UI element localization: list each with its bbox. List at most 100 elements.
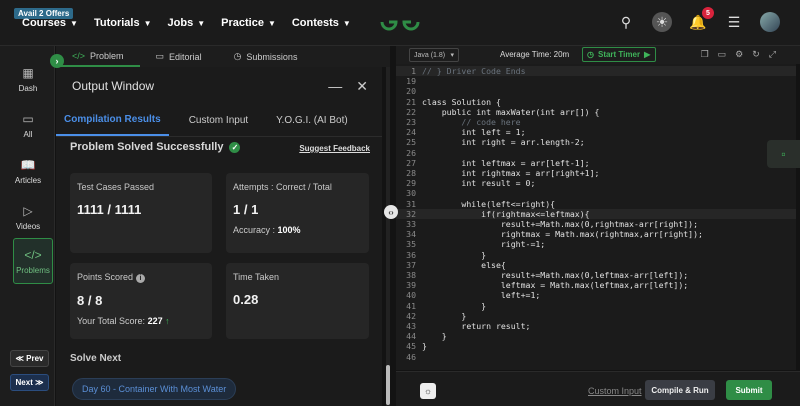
fullscreen-icon[interactable]: ⤢ xyxy=(769,49,776,60)
scrollbar-thumb[interactable] xyxy=(386,365,390,405)
line-code[interactable]: int rightmax = arr[right+1]; xyxy=(422,168,599,178)
code-line[interactable]: 26 xyxy=(396,148,796,158)
code-line[interactable]: 23 // code here xyxy=(396,117,796,127)
bell-icon[interactable]: 🔔 5 xyxy=(688,7,714,32)
output-scrollbar[interactable] xyxy=(386,67,390,406)
nav-practice[interactable]: Practice ▼ xyxy=(221,17,276,29)
file-icon[interactable]: ▭ xyxy=(718,49,727,60)
line-code[interactable]: while(left<=right){ xyxy=(422,199,555,209)
line-code[interactable]: } xyxy=(422,331,447,341)
code-line[interactable]: 25 int right = arr.length-2; xyxy=(396,137,796,147)
next-button[interactable]: Next ≫ xyxy=(10,374,49,391)
line-code[interactable]: int left = 1; xyxy=(422,127,525,137)
code-line[interactable]: 45} xyxy=(396,341,796,351)
line-code[interactable]: int right = arr.length-2; xyxy=(422,137,584,147)
line-code[interactable]: rightmax = Math.max(rightmax,arr[right])… xyxy=(422,229,703,239)
tab-yogi-ai-bot[interactable]: Y.O.G.I. (AI Bot) xyxy=(268,105,356,136)
compile-run-button[interactable]: Compile & Run xyxy=(645,380,715,400)
code-line[interactable]: 29 int result = 0; xyxy=(396,178,796,188)
next-problem-button[interactable]: Day 60 - Container With Most Water xyxy=(72,378,237,400)
nav-courses[interactable]: Courses ▼ xyxy=(22,17,78,29)
avatar[interactable] xyxy=(760,12,780,32)
line-code[interactable]: return result; xyxy=(422,321,530,331)
gfg-logo[interactable] xyxy=(378,12,422,32)
code-line[interactable]: 46 xyxy=(396,352,796,362)
sidebar-item-all[interactable]: ▭ All xyxy=(8,102,48,148)
search-icon[interactable]: ⚲ xyxy=(616,12,636,32)
line-code[interactable]: right-=1; xyxy=(422,239,545,249)
code-line[interactable]: 27 int leftmax = arr[left-1]; xyxy=(396,158,796,168)
line-code[interactable]: } xyxy=(422,341,427,351)
tab-custom-input[interactable]: Custom Input xyxy=(181,105,256,136)
line-code[interactable]: result+=Math.max(0,rightmax-arr[right]); xyxy=(422,219,698,229)
prev-button[interactable]: ≪ Prev xyxy=(10,350,49,367)
line-code[interactable]: left+=1; xyxy=(422,290,540,300)
copy-icon[interactable]: ❐ xyxy=(701,49,709,60)
theme-toggle-icon[interactable]: ☀ xyxy=(652,12,672,32)
line-code[interactable]: } xyxy=(422,301,486,311)
resize-handle-icon[interactable]: ‹› xyxy=(384,205,398,219)
bulb-icon[interactable]: ☼ xyxy=(420,383,436,399)
code-line[interactable]: 31 while(left<=right){ xyxy=(396,199,796,209)
tab-editorial[interactable]: ▭ Editorial xyxy=(140,46,218,67)
close-icon[interactable]: ✕ xyxy=(356,78,368,95)
line-code[interactable]: class Solution { xyxy=(422,97,501,107)
settings-icon[interactable]: ⚙ xyxy=(735,49,743,60)
code-line[interactable]: 42 } xyxy=(396,311,796,321)
line-code[interactable]: else{ xyxy=(422,260,506,270)
code-line[interactable]: 40 left+=1; xyxy=(396,290,796,300)
code-line[interactable]: 28 int rightmax = arr[right+1]; xyxy=(396,168,796,178)
code-line[interactable]: 36 } xyxy=(396,250,796,260)
tab-compilation-results[interactable]: Compilation Results xyxy=(56,105,169,136)
sidebar-item-problems[interactable]: </> Problems xyxy=(13,238,53,284)
line-number: 26 xyxy=(406,147,416,158)
nav-tutorials[interactable]: Tutorials ▼ xyxy=(94,17,152,29)
minimize-icon[interactable]: — xyxy=(328,78,342,95)
code-editor[interactable]: 1 // } Driver Code Ends 19 20 21 class Soluti… xyxy=(396,64,796,370)
reset-icon[interactable]: ↻ xyxy=(752,49,760,60)
tab-problem[interactable]: </> Problem xyxy=(56,46,140,67)
code-line[interactable]: 24 int left = 1; xyxy=(396,127,796,137)
code-line[interactable]: 32 if(rightmax<=leftmax){ xyxy=(396,208,796,219)
code-line[interactable]: 33 result+=Math.max(0,rightmax-arr[right… xyxy=(396,219,796,229)
line-code[interactable]: int leftmax = arr[left-1]; xyxy=(422,158,589,168)
nav-contests[interactable]: Contests ▼ xyxy=(292,17,351,29)
line-code[interactable]: } xyxy=(422,311,466,321)
line-code[interactable]: } xyxy=(422,250,486,260)
code-line[interactable]: 34 rightmax = Math.max(rightmax,arr[righ… xyxy=(396,229,796,239)
line-code[interactable]: if(rightmax<=leftmax){ xyxy=(422,209,589,219)
line-code[interactable]: leftmax = Math.max(leftmax,arr[left]); xyxy=(422,280,688,290)
code-line[interactable]: 22 public int maxWater(int arr[]) { xyxy=(396,107,796,117)
submit-button[interactable]: Submit xyxy=(726,380,772,400)
start-timer-button[interactable]: ◷ Start Timer ▶ xyxy=(582,47,656,62)
sidebar-item-videos[interactable]: ▷ Videos xyxy=(8,194,48,240)
code-line[interactable]: 43 return result; xyxy=(396,321,796,331)
code-line[interactable]: 20 xyxy=(396,86,796,96)
chat-icon[interactable]: ▫ xyxy=(767,140,800,168)
collapse-panel-icon[interactable]: › xyxy=(50,54,64,68)
code-line[interactable]: 44 } xyxy=(396,331,796,341)
code-line[interactable]: 35 right-=1; xyxy=(396,239,796,249)
line-code[interactable]: int result = 0; xyxy=(422,178,535,188)
line-code[interactable]: // } Driver Code Ends xyxy=(422,66,526,76)
line-code[interactable]: public int maxWater(int arr[]) { xyxy=(422,107,600,117)
code-line[interactable]: 37 else{ xyxy=(396,260,796,270)
code-line[interactable]: 38 result+=Math.max(0,leftmax-arr[left])… xyxy=(396,270,796,280)
translate-icon[interactable]: ☰ xyxy=(724,12,744,32)
sidebar-item-articles[interactable]: 📖 Articles xyxy=(8,148,48,194)
line-code[interactable]: // code here xyxy=(422,117,520,127)
line-code[interactable]: result+=Math.max(0,leftmax-arr[left]); xyxy=(422,270,688,280)
tab-submissions[interactable]: ◷ Submissions xyxy=(218,46,314,67)
code-line[interactable]: 1 // } Driver Code Ends xyxy=(396,66,796,77)
info-icon[interactable]: i xyxy=(136,274,146,283)
code-line[interactable]: 21 class Solution { xyxy=(396,97,796,107)
code-line[interactable]: 39 leftmax = Math.max(leftmax,arr[left])… xyxy=(396,280,796,290)
sidebar-item-dash[interactable]: ▦ Dash xyxy=(8,56,48,102)
language-select[interactable]: Java (1.8) ▾ xyxy=(409,48,459,62)
code-line[interactable]: 19 xyxy=(396,76,796,86)
code-line[interactable]: 41 } xyxy=(396,301,796,311)
code-line[interactable]: 30 xyxy=(396,188,796,198)
suggest-feedback-link[interactable]: Suggest Feedback xyxy=(299,144,370,153)
custom-input-link[interactable]: Custom Input xyxy=(588,386,642,396)
nav-jobs[interactable]: Jobs ▼ xyxy=(168,17,206,29)
